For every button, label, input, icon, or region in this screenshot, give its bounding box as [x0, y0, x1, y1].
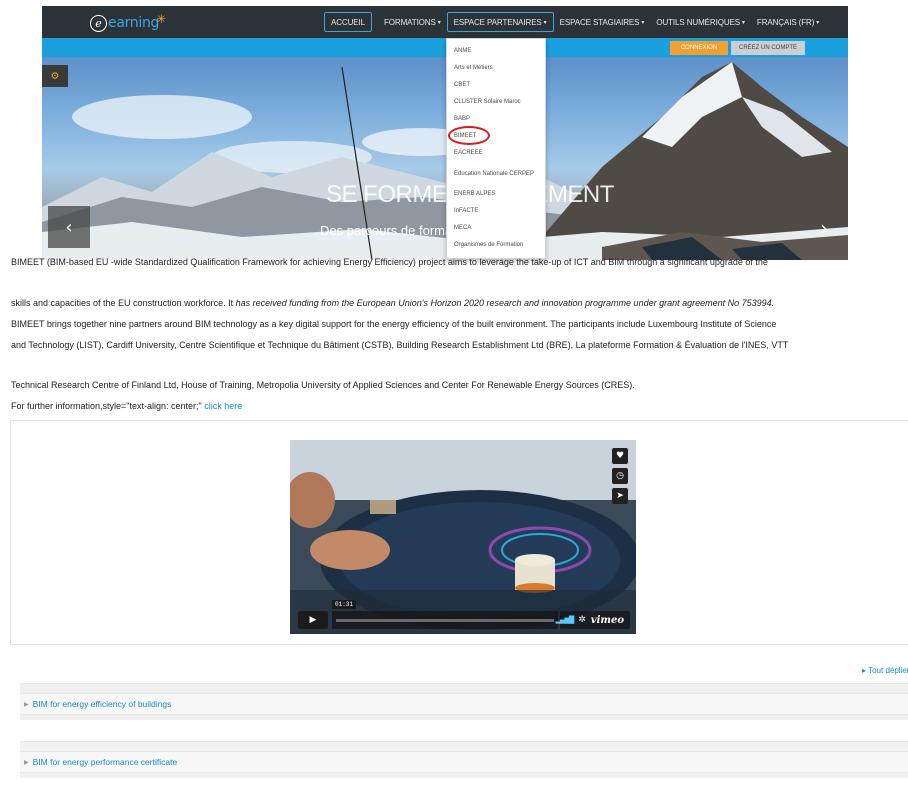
elearning-logo[interactable]: e earning ✳ [90, 12, 166, 34]
menu-item-meca[interactable]: MECA [447, 220, 545, 237]
caret-down-icon: ▾ [816, 19, 820, 26]
expand-all-link[interactable]: ▸ Tout déplier [862, 666, 908, 675]
highlight-circle [448, 126, 490, 145]
caret-down-icon: ▾ [437, 19, 441, 26]
site-banner: e earning ✳ ACCUEIL FORMATIONS ▾ ESPACE … [42, 6, 848, 260]
nav-espace-partenaires[interactable]: ESPACE PARTENAIRES ▾ [446, 12, 554, 32]
click-here-link[interactable]: click here [204, 401, 242, 411]
logo-text: earning [108, 15, 160, 31]
nav-outils-numeriques[interactable]: OUTILS NUMÉRIQUES ▾ [650, 12, 751, 32]
menu-item-babp[interactable]: BABP [447, 111, 545, 128]
sun-icon: ✳ [156, 12, 167, 26]
send-icon[interactable]: ➤ [612, 488, 628, 504]
menu-item-eacreee[interactable]: EACREEE [447, 145, 545, 162]
caret-down-icon: ▾ [641, 19, 645, 26]
menu-item-infacte[interactable]: InFACTE [447, 203, 545, 220]
caret-down-icon: ▾ [741, 19, 745, 26]
create-account-button[interactable]: CRÉEZ UN COMPTE [731, 41, 805, 55]
main-nav: ACCUEIL FORMATIONS ▾ ESPACE PARTENAIRES … [324, 12, 825, 32]
logo-letter: e [90, 14, 107, 32]
vimeo-logo[interactable]: vimeo [591, 615, 624, 626]
progress-track[interactable] [336, 619, 554, 622]
caret-down-icon: ▾ [543, 19, 547, 26]
paragraph-partners-1: BIMEET brings together nine partners aro… [11, 319, 777, 329]
vimeo-player[interactable]: ♥ ◷ ➤ ▶ 01:31 ▂▄▆█ ✲ vimeo [290, 440, 636, 634]
nav-formations[interactable]: FORMATIONS ▾ [378, 12, 447, 32]
play-icon[interactable]: ▶ [298, 611, 328, 629]
partners-dropdown-menu: ANME Arts et Métiers CBET CLUSTER Solair… [446, 38, 546, 259]
more-info-text: For further information,style="text-alig… [11, 401, 205, 411]
section-bim-energy-efficiency: ▶ BIM for energy efficiency of buildings [20, 683, 908, 720]
video-progress-bar[interactable] [332, 611, 558, 629]
top-navbar: e earning ✳ ACCUEIL FORMATIONS ▾ ESPACE … [42, 6, 848, 38]
nav-label: ESPACE STAGIAIRES [559, 17, 640, 27]
video-controls: ▶ 01:31 ▂▄▆█ ✲ vimeo [290, 600, 636, 634]
paragraph-partners-2: and Technology (LIST), Cardiff Universit… [11, 340, 789, 350]
connexion-button[interactable]: CONNEXION [670, 41, 728, 55]
nav-label: OUTILS NUMÉRIQUES [656, 17, 740, 27]
funding-italic: has received funding from the European U… [235, 298, 775, 308]
slider-next-icon[interactable]: › [806, 210, 842, 246]
section-bim-energy-certificate: ▶ BIM for energy performance certificate [20, 741, 908, 778]
settings-icon[interactable]: ✲ [578, 615, 586, 625]
menu-item-education-nationale[interactable]: Education Nationale CERPEP [447, 162, 545, 186]
clock-icon[interactable]: ◷ [612, 468, 628, 484]
paragraph-partners-3: Technical Research Centre of Finland Ltd… [11, 380, 635, 390]
nav-language[interactable]: FRANÇAIS (FR) ▾ [751, 12, 825, 32]
paragraph-intro: BIMEET (BIM-based EU -wide Standardized … [11, 257, 768, 267]
volume-icon[interactable]: ▂▄▆█ [556, 616, 575, 624]
gear-icon[interactable]: ⚙ [42, 65, 68, 87]
slider-prev-icon[interactable]: ‹ [48, 206, 90, 248]
funding-text: skills and capacities of the EU construc… [11, 298, 236, 308]
hero-slider: ⚙ SE FORMER AUTREMENT Des parcours de fo… [42, 57, 848, 260]
menu-item-enerb-alpes[interactable]: ENERB ALPES [447, 186, 545, 203]
nav-accueil[interactable]: ACCUEIL [324, 12, 372, 32]
paragraph-funding: skills and capacities of the EU construc… [11, 293, 774, 314]
section-title: BIM for energy performance certificate [32, 757, 178, 767]
video-right-controls: ▂▄▆█ ✲ vimeo [556, 611, 630, 629]
nav-label: FORMATIONS [383, 17, 436, 27]
section-title: BIM for energy efficiency of buildings [32, 699, 172, 709]
menu-item-cbet[interactable]: CBET [447, 77, 545, 94]
nav-espace-stagiaires[interactable]: ESPACE STAGIAIRES ▾ [554, 12, 651, 32]
menu-item-arts-et-metiers[interactable]: Arts et Métiers [447, 60, 545, 77]
section-header[interactable]: ▶ BIM for energy performance certificate [20, 751, 908, 773]
expand-triangle-icon: ▶ [24, 759, 29, 766]
menu-item-cluster-solaire[interactable]: CLUSTER Solaire Maroc [447, 94, 545, 111]
menu-item-anme[interactable]: ANME [447, 43, 545, 60]
nav-label: ESPACE PARTENAIRES [453, 17, 542, 27]
paragraph-more-info: For further information,style="text-alig… [11, 396, 242, 417]
section-header[interactable]: ▶ BIM for energy efficiency of buildings [20, 693, 908, 715]
heart-icon[interactable]: ♥ [612, 448, 628, 464]
nav-label: FRANÇAIS (FR) [756, 17, 815, 27]
video-time: 01:31 [332, 600, 357, 609]
expand-triangle-icon: ▶ [24, 701, 29, 708]
nav-label: ACCUEIL [331, 17, 365, 27]
